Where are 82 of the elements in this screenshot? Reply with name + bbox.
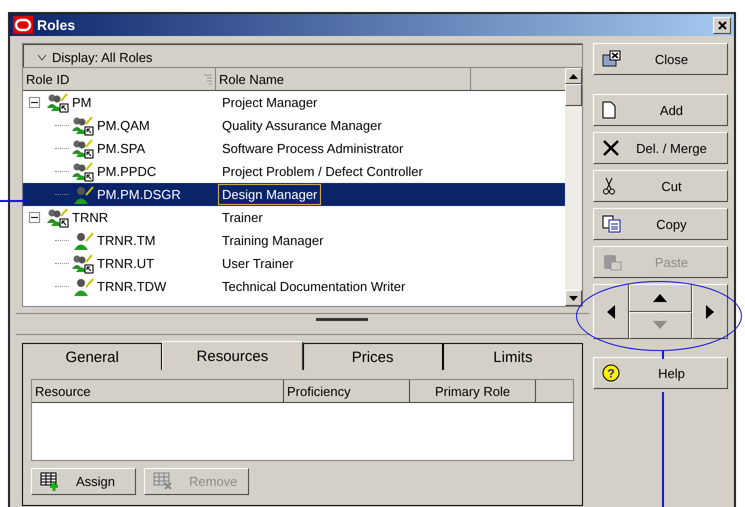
window-title: Roles [37,17,76,33]
callout-line [0,200,28,202]
scroll-down-icon [568,296,578,300]
move-left-button[interactable] [592,284,629,339]
column-header[interactable]: Role ID [23,68,216,90]
tree-row[interactable]: PM Project Manager [23,91,565,114]
add-button[interactable]: Add [592,94,728,126]
tree-row[interactable]: TRNR.UT User Trainer [23,252,565,275]
role-group-icon [72,116,94,136]
role-id: PM.PPDC [97,164,156,179]
role-id: PM.PM.DSGR [97,187,181,202]
column-header[interactable]: Role Name [216,68,471,90]
down-arrow-icon [653,320,668,330]
display-filter[interactable]: Display: All Roles [23,48,582,67]
move-up-button[interactable] [628,284,692,312]
close-icon [718,20,726,30]
scrollbar[interactable] [564,68,582,306]
delete-button[interactable]: Del. / Merge [592,132,728,164]
delete-icon [602,139,620,157]
collapse-toggle[interactable] [29,212,40,223]
tab[interactable]: Limits [442,343,583,370]
role-name: Technical Documentation Writer [221,278,406,296]
role-name: Quality Assurance Manager [221,117,383,135]
new-document-icon [602,101,616,119]
paste-icon [602,253,622,271]
right-arrow-icon [705,304,715,318]
table-remove-icon [153,472,173,492]
app-logo-icon [13,16,33,34]
role-icon [72,276,94,296]
role-id: TRNR [72,210,108,225]
role-name: Design Manager [218,184,322,205]
close-button[interactable]: Close [592,43,728,75]
role-group-icon [47,208,69,228]
role-id: TRNR.TDW [97,279,166,294]
table-add-icon [40,472,60,492]
tab[interactable]: General [22,343,162,370]
left-arrow-icon [606,304,616,318]
sort-icon [204,74,212,84]
help-icon: ? [602,364,620,382]
role-group-icon [72,162,94,182]
tree-row[interactable]: TRNR.TDW Technical Documentation Writer [23,275,565,298]
column-header[interactable]: Resource [32,380,284,402]
column-header[interactable]: Proficiency [284,380,410,402]
move-right-button[interactable] [692,284,728,339]
collapse-toggle[interactable] [29,97,40,108]
role-id: PM [72,95,92,110]
role-id: PM.SPA [97,141,146,156]
up-arrow-icon [653,292,668,303]
filter-label: Display: All Roles [52,50,152,65]
tab[interactable]: Resources [162,341,302,370]
copy-button[interactable]: Copy [592,208,728,240]
cut-button[interactable]: Cut [592,170,728,202]
column-header[interactable]: Primary Role [410,380,536,402]
role-group-icon [72,254,94,274]
role-group-icon [47,92,69,112]
role-name: Software Process Administrator [221,140,404,158]
assign-button[interactable]: Assign [31,468,136,495]
tab[interactable]: Prices [302,343,443,370]
role-id: TRNR.UT [97,256,154,271]
role-name: Training Manager [221,232,324,250]
tree-row[interactable]: PM.PM.DSGR Design Manager [23,183,565,206]
role-id: PM.QAM [97,118,150,133]
tree-row[interactable]: PM.SPA Software Process Administrator [23,137,565,160]
tree-row[interactable]: PM.QAM Quality Assurance Manager [23,114,565,137]
role-id: TRNR.TM [97,233,156,248]
role-name: Project Problem / Defect Controller [221,163,424,181]
copy-icon [602,215,622,233]
tree-row[interactable]: TRNR Trainer [23,206,565,229]
tree-row[interactable]: PM.PPDC Project Problem / Defect Controller [23,160,565,183]
scroll-thumb[interactable] [564,84,582,106]
close-window-icon [602,50,622,68]
role-name: Trainer [221,209,264,227]
role-name: Project Manager [221,94,318,112]
role-icon [72,230,94,250]
role-icon [72,184,94,204]
close-button[interactable] [713,16,731,34]
help-button[interactable]: ? Help [592,357,728,389]
role-group-icon [72,138,94,158]
tree-row[interactable]: TRNR.TM Training Manager [23,229,565,252]
role-name: User Trainer [221,255,295,273]
scissors-icon [602,177,616,195]
scroll-up-icon [568,74,578,78]
